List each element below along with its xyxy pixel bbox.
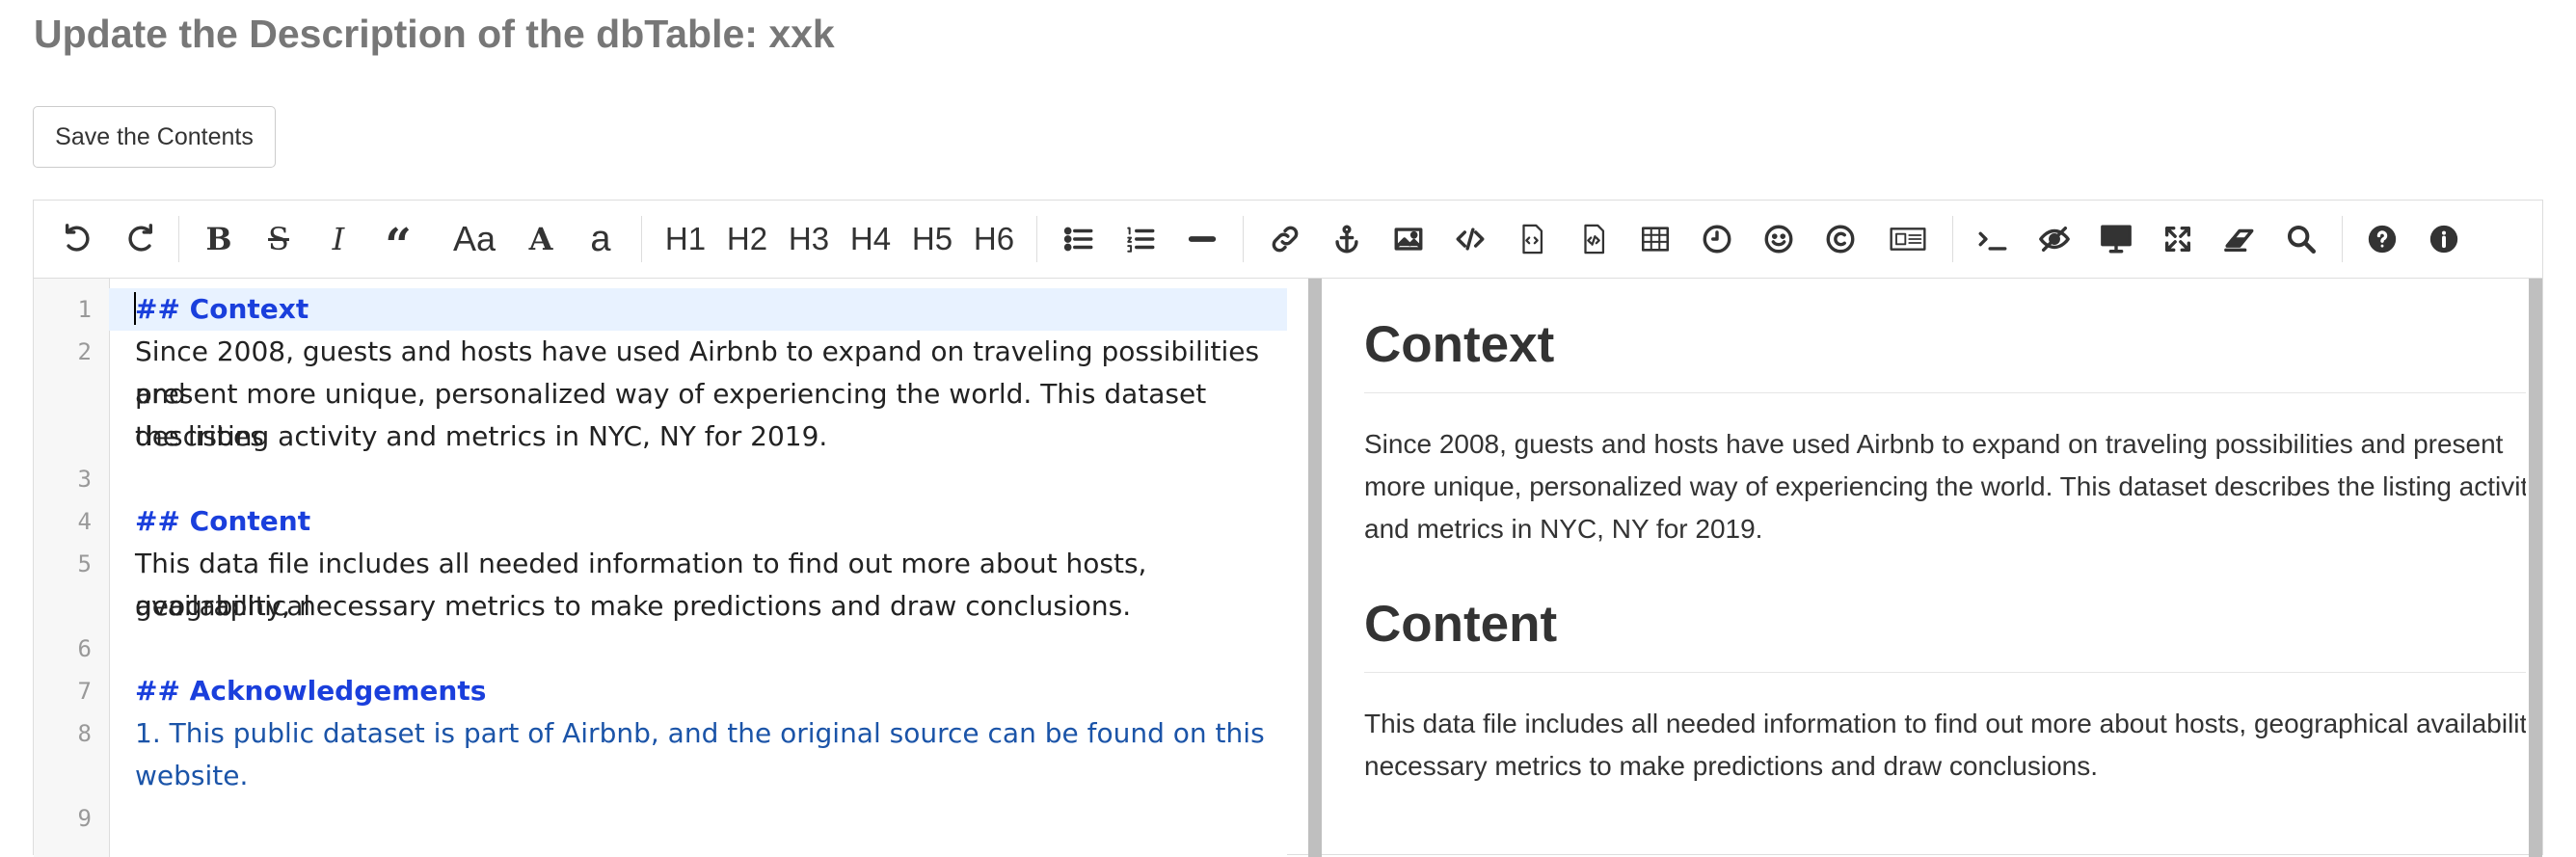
horizontal-rule-icon[interactable] xyxy=(1181,218,1223,260)
save-contents-button[interactable]: Save the Contents xyxy=(33,106,276,168)
heading-2-button[interactable]: H2 xyxy=(722,218,772,260)
preview-scrollbar[interactable] xyxy=(2529,279,2542,857)
blockquote-icon[interactable]: “ xyxy=(377,218,419,269)
preview-divider xyxy=(1364,392,2526,393)
page-title: Update the Description of the dbTable: x… xyxy=(34,12,835,56)
emoji-icon[interactable] xyxy=(1758,218,1800,260)
help-icon[interactable] xyxy=(2361,218,2403,260)
lowercase-icon[interactable]: a xyxy=(579,218,622,260)
line-number: 6 xyxy=(77,635,92,662)
unordered-list-icon[interactable] xyxy=(1058,218,1100,260)
line-number: 4 xyxy=(77,508,92,535)
font-size-up-icon[interactable]: A xyxy=(520,218,562,260)
code-line: ## Context xyxy=(135,293,309,325)
preview-paragraph: Since 2008, guests and hosts have used A… xyxy=(1364,429,2526,544)
heading-6-button[interactable]: H6 xyxy=(969,218,1019,260)
ordered-list-icon[interactable] xyxy=(1119,218,1162,260)
preview-paragraph: This data file includes all needed infor… xyxy=(1364,709,2526,781)
link-icon[interactable] xyxy=(1264,218,1306,260)
line-number: 7 xyxy=(77,678,92,705)
anchor-icon[interactable] xyxy=(1326,218,1368,260)
preformatted-code-icon[interactable] xyxy=(1572,218,1615,260)
code-line: ## Content xyxy=(135,505,311,537)
code-icon[interactable] xyxy=(1449,218,1491,260)
html-entities-icon[interactable] xyxy=(1819,218,1862,260)
preview-heading: Context xyxy=(1364,316,1555,373)
strikethrough-icon[interactable]: S xyxy=(257,218,300,260)
table-icon[interactable] xyxy=(1634,218,1677,260)
markdown-source-pane[interactable]: 1 2 3 4 5 6 7 8 9 ## Context Since 2008,… xyxy=(34,279,1287,857)
datetime-icon[interactable] xyxy=(1696,218,1738,260)
text-cursor xyxy=(134,292,136,325)
heading-4-button[interactable]: H4 xyxy=(845,218,896,260)
preview-divider xyxy=(1364,672,2526,673)
line-number: 2 xyxy=(77,338,92,365)
preview-toggle-icon[interactable] xyxy=(2033,218,2076,260)
line-number: 9 xyxy=(77,805,92,832)
heading-3-button[interactable]: H3 xyxy=(784,218,834,260)
undo-icon[interactable] xyxy=(57,218,99,260)
uppercase-icon[interactable]: Aa xyxy=(441,218,508,260)
code-line: 1. This public dataset is part of Airbnb… xyxy=(135,717,1265,749)
bold-icon[interactable]: B xyxy=(198,218,240,260)
line-number: 8 xyxy=(77,720,92,747)
image-icon[interactable] xyxy=(1387,218,1430,260)
editor-toolbar: B S I “ Aa A a H1 H2 H3 H4 H5 H6 xyxy=(34,201,2542,279)
clear-eraser-icon[interactable] xyxy=(2218,218,2261,260)
code-line: website. xyxy=(135,760,249,791)
markdown-editor: B S I “ Aa A a H1 H2 H3 H4 H5 H6 1 2 3 4… xyxy=(33,200,2543,857)
editor-scrollbar[interactable] xyxy=(1308,279,1322,857)
heading-1-button[interactable]: H1 xyxy=(660,218,711,260)
heading-5-button[interactable]: H5 xyxy=(907,218,957,260)
markdown-preview-pane: Context Since 2008, guests and hosts hav… xyxy=(1326,279,2526,857)
code-line: availability, necessary metrics to make … xyxy=(135,590,1132,622)
italic-icon[interactable]: I xyxy=(317,218,360,260)
search-icon[interactable] xyxy=(2280,218,2322,260)
line-number: 3 xyxy=(77,466,92,493)
line-number: 1 xyxy=(77,296,92,323)
code-line: ## Acknowledgements xyxy=(135,675,487,707)
line-number: 5 xyxy=(77,550,92,577)
fullscreen-icon[interactable] xyxy=(2157,218,2199,260)
code-line: the listing activity and metrics in NYC,… xyxy=(135,420,828,452)
info-icon[interactable] xyxy=(2423,218,2465,260)
pagebreak-icon[interactable] xyxy=(1883,218,1933,260)
code-block-icon[interactable] xyxy=(1511,218,1553,260)
redo-icon[interactable] xyxy=(119,218,161,260)
desktop-preview-icon[interactable] xyxy=(2095,218,2137,260)
preview-heading: Content xyxy=(1364,596,1558,653)
terminal-icon[interactable] xyxy=(1972,218,2014,260)
